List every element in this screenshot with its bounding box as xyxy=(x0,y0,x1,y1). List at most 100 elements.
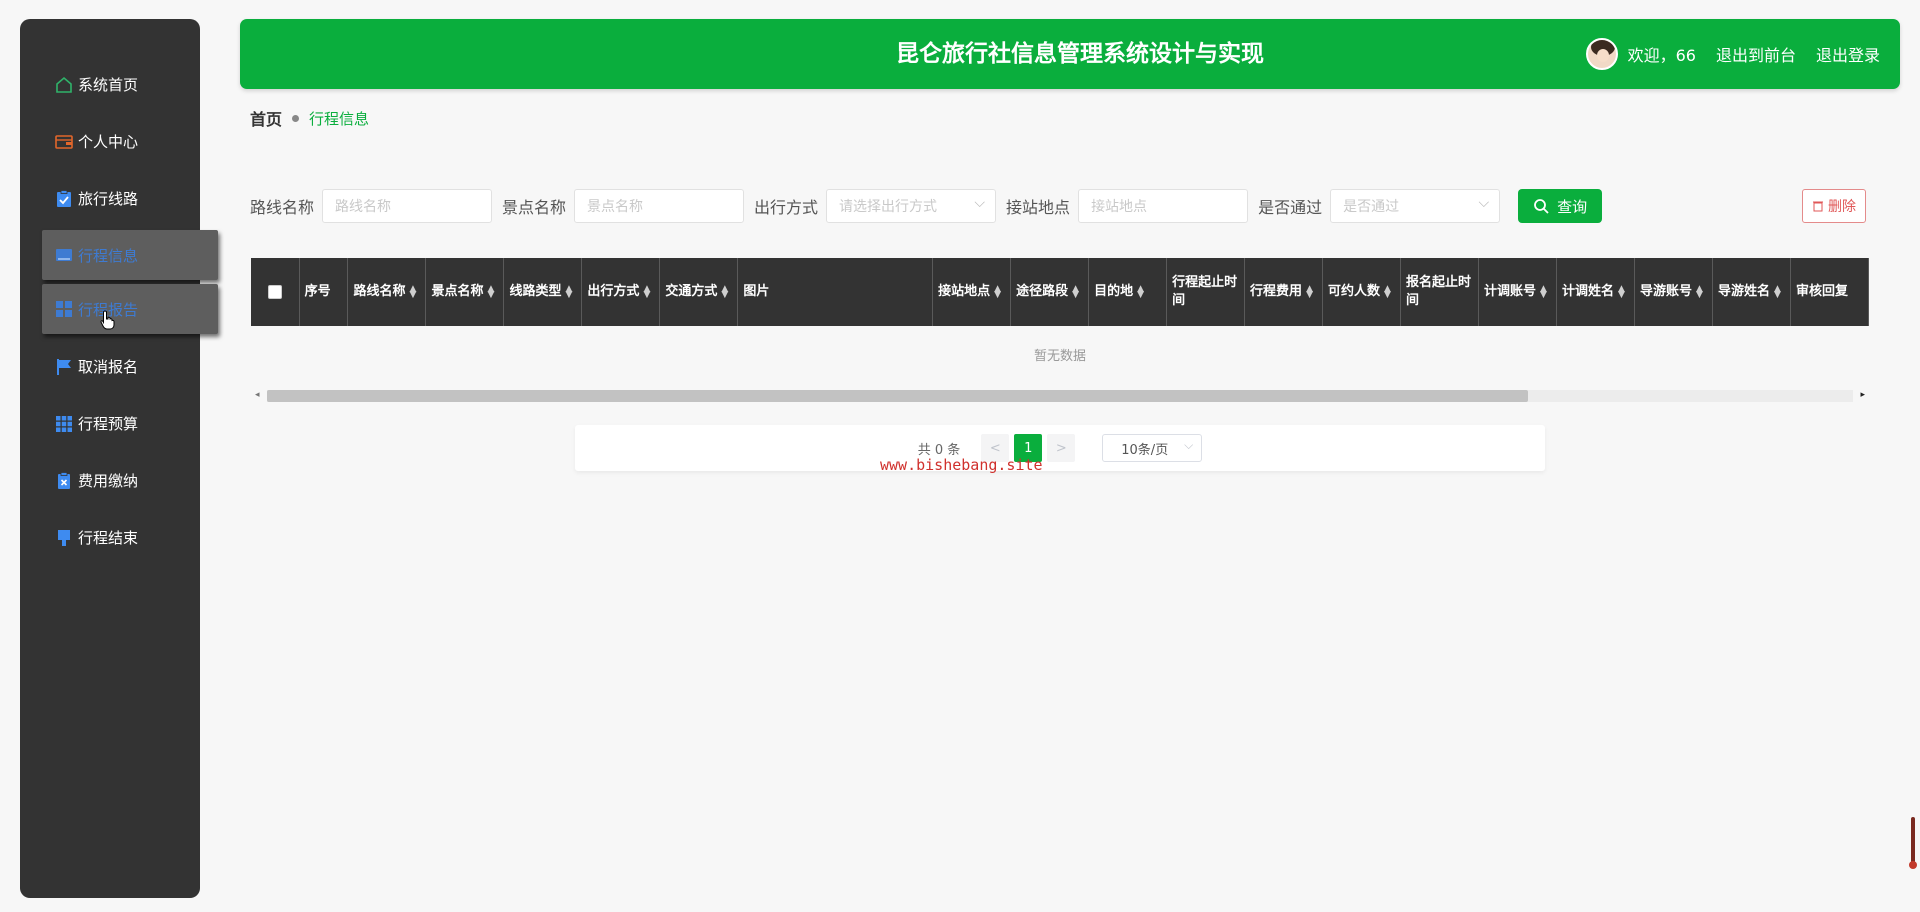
sidebar-item-label: 行程结束 xyxy=(78,529,139,547)
breadcrumb-current: 行程信息 xyxy=(309,109,370,128)
scroll-right-icon[interactable]: ▸ xyxy=(1860,388,1865,402)
doc-x-icon xyxy=(54,471,74,491)
sidebar-item-cancel-signup[interactable]: 取消报名 xyxy=(20,338,200,395)
sort-icon[interactable]: ▲ ▼ xyxy=(721,285,728,300)
column-header: 图片 xyxy=(738,258,934,326)
travel-mode-select[interactable]: 请选择出行方式 xyxy=(826,189,997,223)
column-header[interactable]: 路线名称 ▲ ▼ xyxy=(348,258,427,326)
delete-button-label: 删除 xyxy=(1828,199,1856,215)
column-header[interactable]: 计调姓名 ▲ ▼ xyxy=(1557,258,1635,326)
column-header[interactable]: 导游账号 ▲ ▼ xyxy=(1635,258,1713,326)
breadcrumb-home[interactable]: 首页 xyxy=(250,106,282,130)
query-button[interactable]: 查询 xyxy=(1518,189,1603,223)
page-size-select[interactable]: 10条/页 xyxy=(1102,434,1203,462)
sort-icon[interactable]: ▲ ▼ xyxy=(994,285,1001,300)
sort-icon[interactable]: ▲ ▼ xyxy=(487,285,494,300)
sidebar-item-label: 个人中心 xyxy=(78,133,139,151)
grid-icon xyxy=(54,299,74,319)
watermark-text: www.bishebang.site xyxy=(880,456,1043,474)
sidebar-item-label: 系统首页 xyxy=(78,76,139,94)
sidebar-item-trip-info[interactable]: 行程信息 xyxy=(42,230,218,280)
trash-icon xyxy=(1813,201,1823,212)
table-horizontal-scrollbar[interactable]: ◂ ▸ xyxy=(251,388,1869,402)
column-header[interactable]: 导游姓名 ▲ ▼ xyxy=(1713,258,1791,326)
flag-icon xyxy=(54,357,74,377)
empty-table-text: 暂无数据 xyxy=(1033,349,1086,364)
sidebar-item-routes[interactable]: 旅行线路 xyxy=(20,170,200,227)
column-header[interactable]: 可约人数 ▲ ▼ xyxy=(1323,258,1402,326)
travel-mode-label: 出行方式 xyxy=(754,198,819,217)
avatar[interactable] xyxy=(1585,38,1618,70)
select-all-checkbox[interactable] xyxy=(267,285,282,299)
breadcrumb: 首页 行程信息 xyxy=(250,106,369,130)
spot-name-label: 景点名称 xyxy=(502,198,567,217)
sidebar: 系统首页 个人中心 旅行线路 行程信息 行程报告 取消报名 行程预算 费用缴纳 … xyxy=(20,19,218,898)
sidebar-item-budget[interactable]: 行程预算 xyxy=(20,395,200,452)
home-icon xyxy=(54,75,74,95)
data-table: 序号 路线名称 ▲ ▼ 景点名称 ▲ ▼ 线路类型 ▲ ▼ 出行方式 ▲ ▼ 交通方式 ▲ ▼ 图片… xyxy=(251,258,1869,328)
sort-icon[interactable]: ▲ ▼ xyxy=(1384,285,1391,300)
logout-link[interactable]: 退出登录 xyxy=(1816,42,1880,66)
wallet-icon xyxy=(54,132,74,152)
sidebar-item-trip-report[interactable]: 行程报告 xyxy=(42,284,218,334)
sort-icon[interactable]: ▲ ▼ xyxy=(1137,285,1144,300)
column-header: 序号 xyxy=(300,258,349,326)
sidebar-item-label: 费用缴纳 xyxy=(78,472,139,490)
search-form: 路线名称 路线名称 景点名称 景点名称 出行方式 请选择出行方式 接站地点 接站… xyxy=(250,189,1603,223)
column-header[interactable]: 计调账号 ▲ ▼ xyxy=(1479,258,1557,326)
column-header[interactable]: 景点名称 ▲ ▼ xyxy=(426,258,505,326)
route-name-input[interactable]: 路线名称 xyxy=(322,189,493,223)
station-label: 接站地点 xyxy=(1006,198,1071,217)
sort-icon[interactable]: ▲ ▼ xyxy=(1618,285,1625,300)
sort-icon[interactable]: ▲ ▼ xyxy=(1696,285,1703,300)
sort-icon[interactable]: ▲ ▼ xyxy=(409,285,416,300)
sidebar-item-label: 旅行线路 xyxy=(78,190,139,208)
sort-icon[interactable]: ▲ ▼ xyxy=(1540,285,1547,300)
pass-select[interactable]: 是否通过 xyxy=(1330,189,1501,223)
column-header[interactable]: 目的地 ▲ ▼ xyxy=(1089,258,1168,326)
column-header[interactable]: 接站地点 ▲ ▼ xyxy=(933,258,1012,326)
breadcrumb-separator xyxy=(292,114,300,122)
column-header[interactable]: 线路类型 ▲ ▼ xyxy=(504,258,583,326)
total-count: 共 0 条 xyxy=(917,442,961,458)
apps-icon xyxy=(54,414,74,434)
next-page-button[interactable]: > xyxy=(1047,434,1076,462)
scroll-thumb[interactable] xyxy=(267,390,1528,402)
top-header: 昆仑旅行社信息管理系统设计与实现 欢迎，66 退出到前台 退出登录 xyxy=(240,19,1900,89)
sort-icon[interactable]: ▲ ▼ xyxy=(643,285,650,300)
back-to-front-link[interactable]: 退出到前台 xyxy=(1716,42,1796,66)
sidebar-item-payment[interactable]: 费用缴纳 xyxy=(20,452,200,509)
sidebar-item-trip-end[interactable]: 行程结束 xyxy=(20,509,200,566)
clipboard-check-icon xyxy=(54,189,74,209)
station-input[interactable]: 接站地点 xyxy=(1078,189,1249,223)
search-icon xyxy=(1534,199,1549,214)
column-header: 行程起止时间 xyxy=(1167,258,1246,326)
spot-name-input[interactable]: 景点名称 xyxy=(574,189,745,223)
card-icon xyxy=(54,245,74,265)
hand-cursor-icon xyxy=(100,310,116,334)
column-header[interactable]: 行程费用 ▲ ▼ xyxy=(1245,258,1324,326)
column-header[interactable]: 交通方式 ▲ ▼ xyxy=(660,258,739,326)
column-header: 审核回复 xyxy=(1791,258,1869,326)
scroll-left-icon[interactable]: ◂ xyxy=(255,388,260,402)
sidebar-item-label: 取消报名 xyxy=(78,358,139,376)
sidebar-item-profile[interactable]: 个人中心 xyxy=(20,113,200,170)
sort-icon[interactable]: ▲ ▼ xyxy=(1306,285,1313,300)
table-header: 序号 路线名称 ▲ ▼ 景点名称 ▲ ▼ 线路类型 ▲ ▼ 出行方式 ▲ ▼ 交通方式 ▲ ▼ 图片… xyxy=(251,258,1869,326)
page-scroll-indicator[interactable] xyxy=(1909,817,1917,869)
pin-icon xyxy=(54,528,74,548)
sidebar-item-label: 行程预算 xyxy=(78,415,139,433)
sort-icon[interactable]: ▲ ▼ xyxy=(1774,285,1781,300)
sidebar-item-home[interactable]: 系统首页 xyxy=(20,56,200,113)
sort-icon[interactable]: ▲ ▼ xyxy=(1072,285,1079,300)
sort-icon[interactable]: ▲ ▼ xyxy=(565,285,572,300)
column-header: 报名起止时间 xyxy=(1401,258,1479,326)
sidebar-item-label: 行程信息 xyxy=(78,246,139,265)
route-name-label: 路线名称 xyxy=(250,198,315,217)
query-button-label: 查询 xyxy=(1557,197,1588,216)
pagination: 共 0 条 < 1 > 10条/页 xyxy=(575,425,1545,471)
delete-button[interactable]: 删除 xyxy=(1802,189,1866,223)
column-header[interactable]: 出行方式 ▲ ▼ xyxy=(582,258,661,326)
select-all-cell xyxy=(251,258,300,326)
column-header[interactable]: 途径路段 ▲ ▼ xyxy=(1011,258,1090,326)
